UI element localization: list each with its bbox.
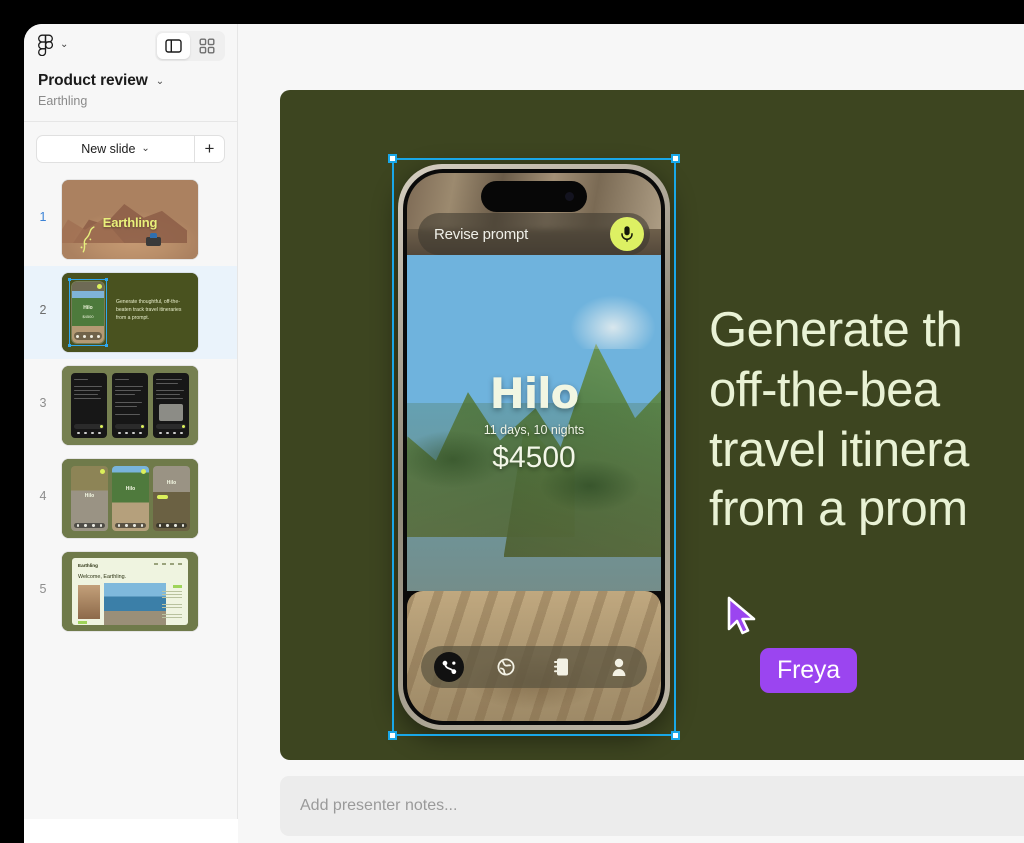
slide-thumbnail-1[interactable]: Earthling bbox=[62, 180, 198, 259]
revise-prompt-bar[interactable]: Revise prompt bbox=[418, 213, 650, 255]
grid-layout-icon[interactable] bbox=[190, 33, 223, 59]
thumb-phone-3 bbox=[153, 373, 189, 438]
slide-number: 3 bbox=[39, 396, 47, 410]
microphone-icon[interactable] bbox=[610, 217, 644, 251]
new-slide-label: New slide bbox=[81, 142, 136, 156]
sidebar: ⌄ Product review ⌄ Earthling New slide ⌄… bbox=[24, 24, 238, 819]
presenter-notes-field[interactable]: Add presenter notes... bbox=[280, 776, 1024, 836]
slide-thumbnail-3[interactable] bbox=[62, 366, 198, 445]
phone-screen: Revise prompt Hilo 11 days, 10 nights $4… bbox=[407, 173, 661, 721]
list-item-selected[interactable]: 2 Hilo $4500 Generate thoughtful, off-th… bbox=[24, 266, 237, 359]
phone-frame: Revise prompt Hilo 11 days, 10 nights $4… bbox=[398, 164, 670, 730]
thumb-image-b bbox=[104, 583, 166, 625]
document-subtitle: Earthling bbox=[38, 94, 88, 108]
slide-number: 1 bbox=[39, 210, 47, 224]
thumb-phone-2: Hilo bbox=[112, 466, 149, 531]
slide-list: 1 Earthling 2 Hilo $4500 Generate though… bbox=[24, 173, 237, 638]
slide-number: 2 bbox=[39, 303, 47, 317]
list-item[interactable]: 3 bbox=[24, 359, 237, 452]
trip-duration: 11 days, 10 nights bbox=[483, 423, 585, 437]
chevron-down-icon[interactable]: ⌄ bbox=[60, 40, 68, 50]
thumb-nav bbox=[154, 563, 182, 565]
view-toggle bbox=[155, 31, 225, 61]
panel-layout-icon[interactable] bbox=[157, 33, 190, 59]
app-window: ⌄ Product review ⌄ Earthling New slide ⌄… bbox=[24, 24, 1024, 843]
chevron-down-icon: ⌄ bbox=[141, 143, 150, 154]
divider bbox=[24, 121, 237, 122]
globe-icon[interactable] bbox=[491, 652, 521, 682]
slide-thumbnail-5[interactable]: Earthling Welcome, Earthling. bbox=[62, 552, 198, 631]
cloud bbox=[569, 295, 656, 350]
resize-handle-top-left[interactable] bbox=[388, 154, 397, 163]
thumb-title: Earthling bbox=[102, 214, 158, 230]
thumb-image-a bbox=[78, 585, 100, 619]
list-item[interactable]: 5 Earthling Welcome, Earthling. bbox=[24, 545, 237, 638]
figma-logo-icon[interactable] bbox=[38, 34, 54, 57]
thumb-phone-1 bbox=[71, 373, 107, 438]
page-title: Product review bbox=[38, 72, 148, 89]
document-title-row[interactable]: Product review ⌄ bbox=[24, 66, 237, 90]
canvas-area[interactable]: Revise prompt Hilo 11 days, 10 nights $4… bbox=[238, 24, 1024, 843]
thumb-phone-2 bbox=[112, 373, 148, 438]
list-item[interactable]: 4 Hilo Hilo Hilo bbox=[24, 452, 237, 545]
add-slide-button[interactable]: + bbox=[194, 136, 224, 162]
sidebar-topbar: ⌄ bbox=[24, 24, 237, 66]
thumb-heading: Welcome, Earthling. bbox=[78, 574, 127, 580]
heading-line-1: Generate th bbox=[709, 303, 963, 357]
phone-navbar[interactable] bbox=[421, 646, 647, 688]
heading-line-4: from a prom bbox=[709, 482, 968, 537]
thumb-vehicle bbox=[146, 232, 162, 246]
thumb-phone-1: Hilo bbox=[71, 466, 108, 531]
collaborator-name-tag: Freya bbox=[760, 648, 857, 693]
new-slide-button[interactable]: New slide ⌄ bbox=[37, 136, 194, 162]
new-slide-control: New slide ⌄ + bbox=[36, 135, 225, 163]
thumb-brand: Earthling bbox=[78, 563, 98, 568]
phone-bezel: Revise prompt Hilo 11 days, 10 nights $4… bbox=[403, 169, 665, 725]
thumb-webpage: Earthling Welcome, Earthling. bbox=[72, 558, 188, 625]
screen-bottom-photo bbox=[407, 591, 661, 721]
revise-prompt-placeholder: Revise prompt bbox=[434, 225, 529, 243]
heading-line-2: off-the-bea bbox=[709, 362, 940, 417]
slide-number: 5 bbox=[39, 582, 47, 596]
phone-mockup[interactable]: Revise prompt Hilo 11 days, 10 nights $4… bbox=[398, 164, 670, 730]
notebook-icon[interactable] bbox=[547, 652, 577, 682]
thumb-phone-3: Hilo bbox=[153, 466, 190, 531]
trip-price: $4500 bbox=[492, 441, 576, 474]
slide-thumbnail-2[interactable]: Hilo $4500 Generate thoughtful, off-the-… bbox=[62, 273, 198, 352]
list-item[interactable]: 1 Earthling bbox=[24, 173, 237, 266]
resize-handle-bottom-left[interactable] bbox=[388, 731, 397, 740]
resize-handle-bottom-right[interactable] bbox=[671, 731, 680, 740]
phone-notch bbox=[481, 181, 587, 212]
presenter-notes-placeholder: Add presenter notes... bbox=[300, 797, 458, 814]
compass-route-icon[interactable] bbox=[434, 652, 465, 682]
slide-thumbnail-4[interactable]: Hilo Hilo Hilo bbox=[62, 459, 198, 538]
destination-title: Hilo bbox=[489, 369, 580, 418]
slide-canvas[interactable]: Revise prompt Hilo 11 days, 10 nights $4… bbox=[280, 90, 1024, 760]
heading-line-3: travel itinera bbox=[709, 422, 969, 477]
thumb-body-text: Generate thoughtful, off-the-beaten trac… bbox=[116, 299, 182, 321]
thumb-selection-frame bbox=[68, 278, 108, 347]
chevron-down-icon[interactable]: ⌄ bbox=[156, 76, 164, 87]
resize-handle-top-right[interactable] bbox=[671, 154, 680, 163]
slide-number: 4 bbox=[39, 489, 47, 503]
collaborator-cursor-icon bbox=[726, 596, 760, 643]
profile-icon[interactable] bbox=[604, 652, 634, 682]
slide-heading[interactable]: Generate th off-the-bea travel itinera f… bbox=[709, 301, 969, 540]
